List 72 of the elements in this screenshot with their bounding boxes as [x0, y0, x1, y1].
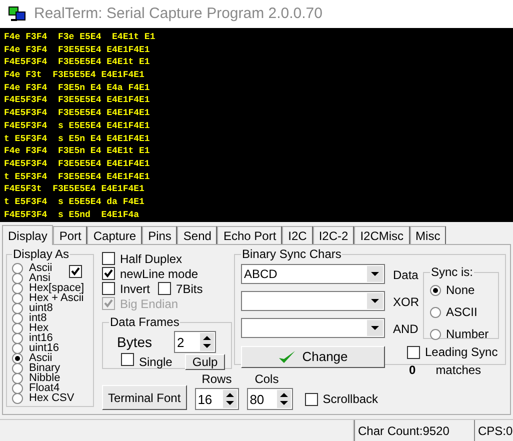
- terminal-line: F4e F3F4 F3E5E5E4 E4E1F4E1: [4, 44, 150, 56]
- tab[interactable]: Pins: [142, 226, 178, 244]
- spin-field[interactable]: 2: [174, 331, 216, 354]
- spin-field[interactable]: 16: [194, 388, 239, 410]
- option-label: Float4: [29, 383, 60, 394]
- option-label: ASCII: [446, 304, 478, 322]
- option-label: Big Endian: [120, 296, 178, 313]
- group-title: Data Frames: [109, 314, 180, 332]
- option-label: int8: [29, 313, 47, 324]
- terminal-line: F4E5F3F4 F3E5E5E4 E4E1F4E1: [4, 94, 150, 108]
- option-label: Hex CSV: [29, 393, 74, 404]
- tab[interactable]: Send: [177, 226, 218, 244]
- spin-field[interactable]: 80: [246, 388, 293, 410]
- terminal-font-button[interactable]: Terminal Font: [102, 385, 187, 410]
- terminal-line: t E5F3F4 s E5n E4 E4E1F4E1: [4, 132, 150, 146]
- tab[interactable]: Port: [53, 226, 88, 244]
- terminal-line: F4e F3F4 F3e E5E4 E4E1t E1: [4, 30, 156, 44]
- option-label: uint8: [29, 303, 53, 314]
- terminal-line: F4E5F3F4 s E5E5E4 E4E1F4E1: [4, 120, 150, 133]
- option-label: Single: [139, 354, 172, 372]
- tab[interactable]: I2C: [282, 226, 313, 244]
- option-label: Hex + Ascii: [29, 293, 84, 304]
- group-title: Binary Sync Chars: [241, 246, 342, 264]
- option-label: Scrollback: [322, 391, 378, 408]
- terminal-line: t E5F3F4 s E5E5E4 da F4E1: [4, 196, 144, 209]
- option-label: Invert: [120, 280, 150, 298]
- option-label: int16: [29, 333, 53, 344]
- tab[interactable]: Capture: [87, 226, 142, 244]
- option-label: Ascii: [29, 353, 52, 364]
- status-text: CPS:0: [474, 420, 513, 441]
- dropdown-field[interactable]: ABCD: [241, 264, 385, 284]
- terminal-line: t E5F3F4 F3E5E5E4 E4E1F4E1: [4, 170, 150, 184]
- option-label: Ansi: [29, 273, 50, 284]
- terminal-line: F4E5F3F4 F3E5E5E4 E4E1F4E1: [4, 107, 150, 120]
- option-label: uint16: [29, 343, 59, 354]
- terminal-line: F4e F3F4 F3E5n E4 E4a F4E1: [4, 82, 150, 94]
- tab[interactable]: Display: [2, 225, 54, 246]
- terminal-line: F4e F3t F3E5E5E4 E4E1F4E1: [4, 69, 144, 82]
- field-label: Data: [393, 267, 417, 284]
- option-label: Number: [446, 326, 489, 344]
- field-label: AND: [393, 321, 417, 338]
- match-count: 0: [409, 362, 416, 380]
- tab[interactable]: I2CMisc: [354, 226, 410, 244]
- cols-label: Cols: [254, 371, 279, 388]
- group-title: Sync is:: [430, 264, 474, 282]
- option-label: Half Duplex: [120, 250, 182, 268]
- terminal-line: F4E5F3F4 s E5nd E4E1F4a: [4, 208, 140, 222]
- gulp-button[interactable]: Gulp: [185, 354, 225, 370]
- field-label: XOR: [393, 294, 417, 312]
- rows-label: Rows: [202, 371, 232, 388]
- tab[interactable]: Echo Port: [217, 226, 282, 244]
- terminal-line: F4E5F3F4 F3E5E5E4 E4E1F4E1: [4, 158, 150, 171]
- terminal-line: F4e F3F4 F3E5n E4 E4E1t E1: [4, 145, 150, 158]
- option-label: 7Bits: [176, 280, 203, 298]
- option-label: Nibble: [29, 373, 60, 384]
- matches-label: matches: [436, 362, 482, 380]
- option-label: newLine mode: [120, 266, 198, 283]
- tab[interactable]: I2C-2: [312, 226, 354, 244]
- option-label: Ascii: [29, 263, 52, 274]
- window-title: RealTerm: Serial Capture Program 2.0.0.70: [34, 4, 322, 24]
- option-label: Leading Sync: [425, 344, 498, 362]
- option-label: None: [446, 282, 475, 300]
- change-button[interactable]: Change: [241, 346, 385, 368]
- terminal-line: F4E5F3t F3E5E5E4 E4E1F4E1: [4, 183, 144, 196]
- bytes-label: Bytes: [117, 332, 152, 352]
- option-label: Hex: [29, 323, 49, 334]
- status-text: Char Count:9520: [354, 420, 474, 441]
- group-title: Display As: [12, 246, 70, 263]
- option-label: Binary: [29, 363, 60, 374]
- terminal-line: F4E5F3F4 F3E5E5E4 E4E1t E1: [4, 56, 150, 70]
- tab[interactable]: Misc: [410, 226, 446, 244]
- option-label: Hex[space]: [29, 283, 84, 294]
